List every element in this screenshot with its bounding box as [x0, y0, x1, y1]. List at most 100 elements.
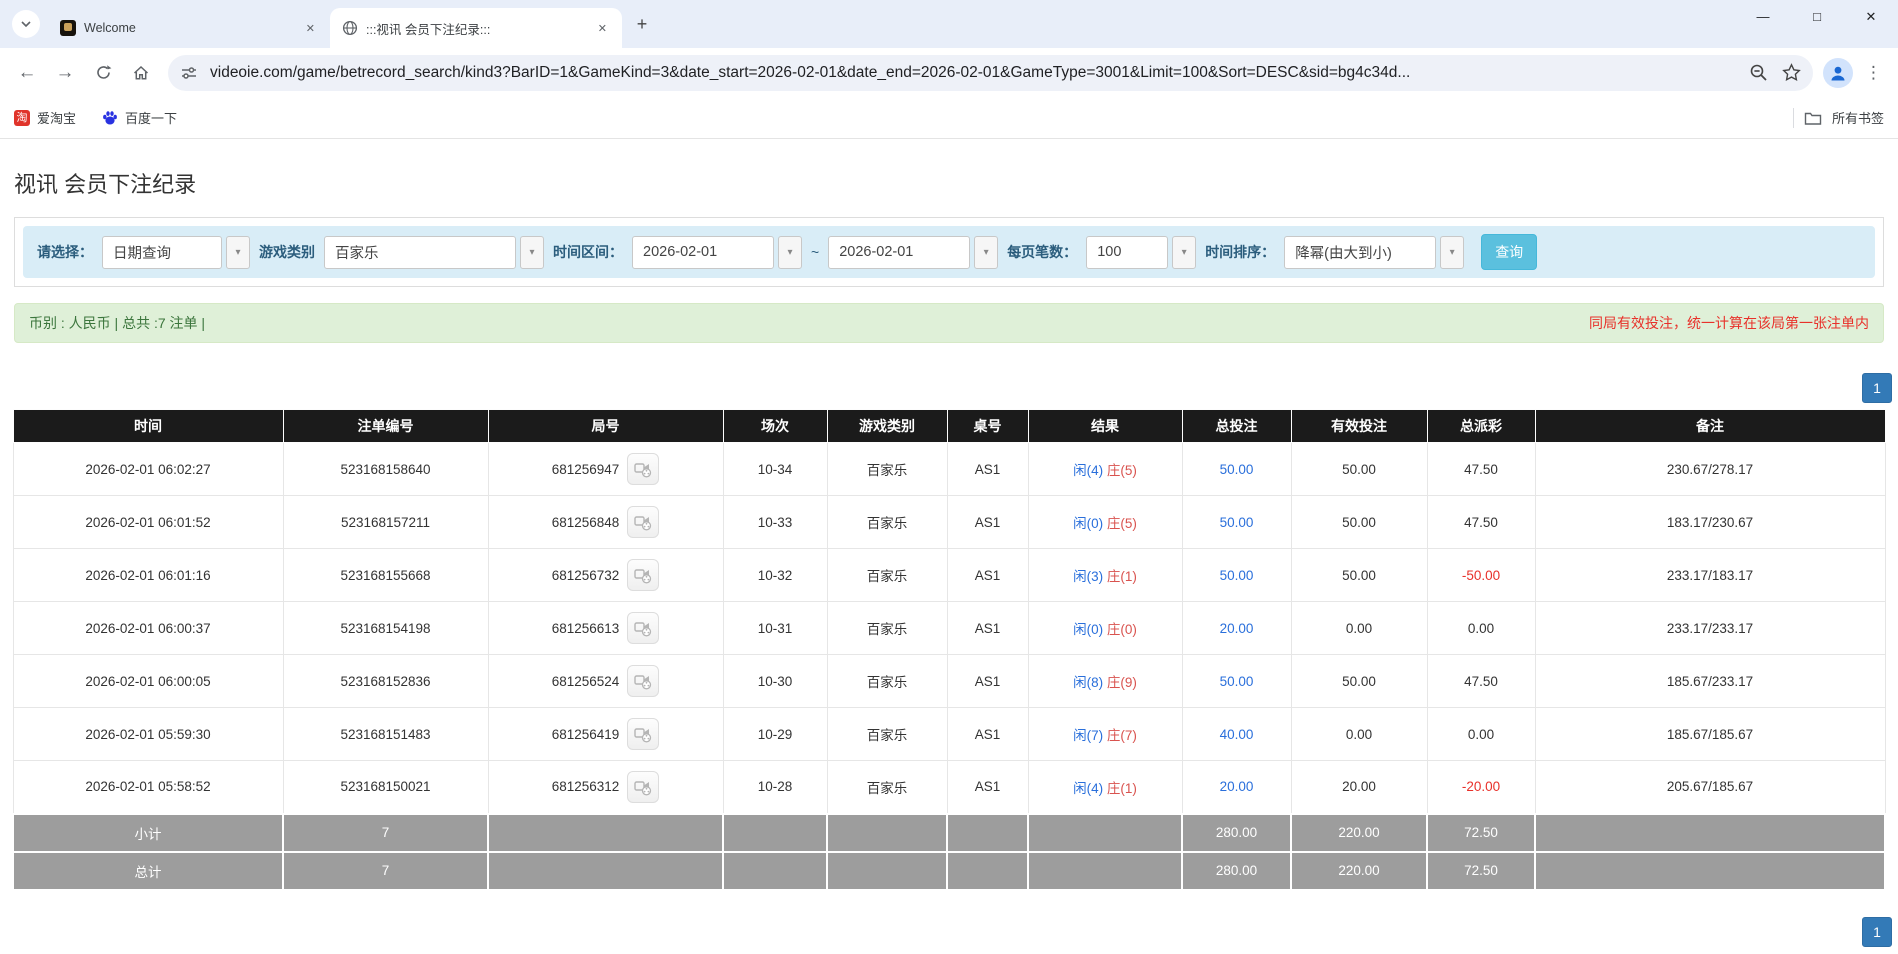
result-player: 闲(0) [1073, 622, 1104, 637]
cell-round-no: 681256524 [487, 654, 724, 708]
address-bar[interactable]: videoie.com/game/betrecord_search/kind3?… [168, 54, 1813, 91]
chevron-down-icon[interactable]: ▾ [778, 235, 802, 269]
cell-total-bet-link[interactable]: 50.00 [1181, 495, 1292, 549]
cell-note: 233.17/183.17 [1534, 548, 1886, 602]
cell-total-bet-link[interactable]: 50.00 [1181, 442, 1292, 496]
bookmarks-bar: 淘 爱淘宝 百度一下 所有书签 [0, 97, 1898, 139]
chevron-down-icon [21, 21, 31, 28]
table-row: 2026-02-01 05:58:52 523168150021 6812563… [12, 760, 1886, 814]
col-table: 桌号 [946, 409, 1029, 443]
tab-strip: Welcome ✕ :::视讯 会员下注纪录::: ✕ + — □ ✕ [0, 0, 1898, 48]
profile-avatar[interactable] [1823, 57, 1853, 88]
cell-result: 闲(8) 庄(9) [1027, 654, 1183, 708]
video-replay-button[interactable] [627, 559, 660, 591]
home-icon [133, 65, 149, 79]
tab-welcome[interactable]: Welcome ✕ [48, 8, 330, 48]
cell-session: 10-33 [722, 495, 828, 549]
cell-bet-no: 523168154198 [282, 601, 489, 655]
person-icon [1831, 66, 1845, 80]
query-type-select[interactable]: 日期查询 ▾ [102, 235, 250, 269]
table-header: 时间 注单编号 局号 场次 游戏类别 桌号 结果 总投注 有效投注 总派彩 备注 [12, 409, 1886, 443]
video-replay-icon [634, 622, 652, 637]
sort-value[interactable]: 降幂(由大到小) [1284, 235, 1437, 269]
globe-icon [342, 20, 358, 36]
back-button[interactable]: ← [10, 56, 44, 90]
page-size-value[interactable]: 100 [1086, 235, 1169, 269]
cell-game: 百家乐 [826, 654, 948, 708]
bet-record-table: 时间 注单编号 局号 场次 游戏类别 桌号 结果 总投注 有效投注 总派彩 备注… [12, 409, 1886, 891]
game-kind-value[interactable]: 百家乐 [324, 235, 516, 269]
video-replay-button[interactable] [627, 718, 660, 750]
new-tab-button[interactable]: + [628, 10, 656, 38]
cell-total-bet-link[interactable]: 40.00 [1181, 707, 1292, 761]
cell-total-bet-link[interactable]: 50.00 [1181, 548, 1292, 602]
cell-total-bet-link[interactable]: 50.00 [1181, 654, 1292, 708]
chevron-down-icon[interactable]: ▾ [520, 235, 544, 269]
empty-cell [946, 812, 1029, 853]
cell-payout: 47.50 [1426, 654, 1536, 708]
sort-select[interactable]: 降幂(由大到小) ▾ [1284, 235, 1465, 269]
video-replay-button[interactable] [627, 770, 660, 803]
page-1-button[interactable]: 1 [1862, 916, 1892, 947]
zoom-level-button[interactable] [1749, 63, 1768, 82]
minimize-icon[interactable]: — [1736, 0, 1790, 34]
video-replay-button[interactable] [627, 453, 660, 485]
home-button[interactable] [124, 56, 158, 90]
cell-bet-no: 523168150021 [282, 760, 489, 814]
reload-button[interactable] [86, 56, 120, 90]
cell-game: 百家乐 [826, 707, 948, 761]
cell-valid-bet: 50.00 [1290, 442, 1428, 496]
cell-table: AS1 [946, 601, 1029, 655]
date-start-value[interactable]: 2026-02-01 [632, 235, 774, 269]
bookmark-baidu[interactable]: 百度一下 [102, 108, 177, 127]
cell-total-bet-link[interactable]: 20.00 [1181, 601, 1292, 655]
cell-valid-bet: 50.00 [1290, 495, 1428, 549]
page-size-select[interactable]: 100 ▾ [1086, 235, 1197, 269]
bookmark-taobao[interactable]: 淘 爱淘宝 [14, 108, 76, 127]
date-end-select[interactable]: 2026-02-01 ▾ [828, 235, 999, 269]
close-tab-icon[interactable]: ✕ [301, 19, 320, 38]
site-settings-icon[interactable] [180, 64, 198, 82]
url-text[interactable]: videoie.com/game/betrecord_search/kind3?… [210, 64, 1735, 82]
all-bookmarks[interactable]: 所有书签 [1792, 107, 1884, 128]
tab-betrecord[interactable]: :::视讯 会员下注纪录::: ✕ [330, 8, 622, 48]
window-close-icon[interactable]: ✕ [1844, 0, 1898, 34]
empty-cell [826, 850, 948, 891]
chevron-down-icon[interactable]: ▾ [226, 235, 250, 269]
query-button[interactable]: 查询 [1481, 234, 1538, 270]
subtotal-label: 小计 [12, 812, 284, 853]
cell-total-bet-link[interactable]: 20.00 [1181, 760, 1292, 814]
video-replay-button[interactable] [627, 612, 660, 644]
cell-result: 闲(3) 庄(1) [1027, 548, 1183, 602]
zoom-out-icon [1750, 64, 1767, 81]
welcome-favicon [60, 20, 76, 36]
query-type-value[interactable]: 日期查询 [102, 235, 222, 269]
tab-search-button[interactable] [12, 10, 40, 38]
game-kind-select[interactable]: 百家乐 ▾ [324, 235, 544, 269]
cell-round-no: 681256613 [487, 601, 724, 655]
forward-button[interactable]: → [48, 56, 82, 90]
empty-cell [826, 812, 948, 853]
browser-menu-button[interactable]: ⋮ [1857, 63, 1888, 83]
bookmark-star-button[interactable] [1782, 63, 1801, 82]
cell-note: 233.17/233.17 [1534, 601, 1886, 655]
close-tab-icon[interactable]: ✕ [593, 19, 612, 38]
chevron-down-icon[interactable]: ▾ [974, 235, 999, 269]
chevron-down-icon[interactable]: ▾ [1172, 235, 1197, 269]
cell-result: 闲(4) 庄(5) [1027, 442, 1183, 496]
video-replay-button[interactable] [627, 665, 660, 697]
cell-game: 百家乐 [826, 548, 948, 602]
chevron-down-icon[interactable]: ▾ [1440, 235, 1465, 269]
total-label: 总计 [12, 850, 284, 891]
date-start-select[interactable]: 2026-02-01 ▾ [632, 235, 802, 269]
empty-cell [946, 850, 1029, 891]
page-1-button[interactable]: 1 [1862, 373, 1892, 403]
video-replay-button[interactable] [627, 506, 660, 538]
maximize-icon[interactable]: □ [1790, 0, 1844, 34]
cell-bet-no: 523168152836 [282, 654, 489, 708]
cell-bet-no: 523168151483 [282, 707, 489, 761]
col-round-no: 局号 [487, 409, 724, 443]
select-type-label: 请选择： [37, 244, 93, 260]
date-end-value[interactable]: 2026-02-01 [828, 235, 971, 269]
video-replay-icon [634, 675, 652, 690]
